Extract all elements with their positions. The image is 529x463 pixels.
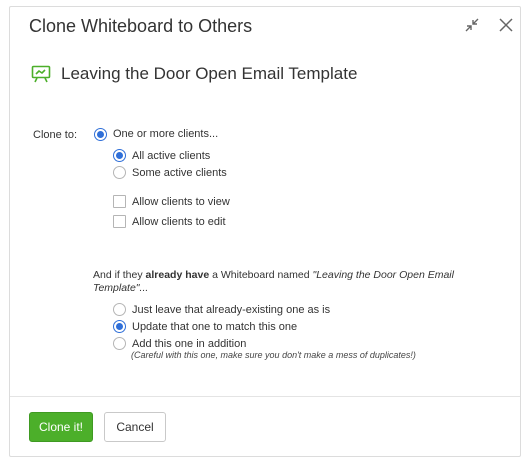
allow-edit-checkbox[interactable]	[113, 215, 126, 228]
whiteboard-icon	[31, 65, 51, 88]
clients-radio[interactable]	[94, 128, 107, 141]
some-active-clients-label: Some active clients	[132, 167, 227, 179]
leave-existing-radio[interactable]	[113, 303, 126, 316]
some-active-clients-radio[interactable]	[113, 166, 126, 179]
update-existing-radio[interactable]	[113, 320, 126, 333]
leave-existing-label: Just leave that already-existing one as …	[132, 304, 331, 316]
all-active-clients-label: All active clients	[132, 150, 211, 162]
clients-radio-label: One or more clients...	[113, 128, 219, 140]
update-existing-label: Update that one to match this one	[132, 321, 298, 333]
close-icon[interactable]	[498, 17, 514, 33]
add-in-addition-label: Add this one in addition	[132, 338, 247, 350]
existing-whiteboard-question: And if they already have a Whiteboard na…	[93, 269, 454, 294]
clone-button[interactable]: Clone it!	[29, 412, 93, 442]
allow-edit-label: Allow clients to edit	[132, 216, 226, 228]
whiteboard-name: Leaving the Door Open Email Template	[61, 64, 358, 83]
all-active-clients-radio[interactable]	[113, 149, 126, 162]
allow-view-checkbox[interactable]	[113, 195, 126, 208]
add-in-addition-radio[interactable]	[113, 337, 126, 350]
clone-dialog: Clone Whiteboard to Others Leaving the D…	[9, 6, 521, 457]
minimize-icon[interactable]	[464, 17, 480, 33]
cancel-button[interactable]: Cancel	[104, 412, 166, 442]
footer-divider	[10, 396, 520, 397]
allow-view-label: Allow clients to view	[132, 196, 230, 208]
duplicates-warning-note: (Careful with this one, make sure you do…	[131, 350, 416, 360]
clone-to-label: Clone to:	[33, 129, 78, 141]
dialog-title: Clone Whiteboard to Others	[29, 16, 253, 36]
